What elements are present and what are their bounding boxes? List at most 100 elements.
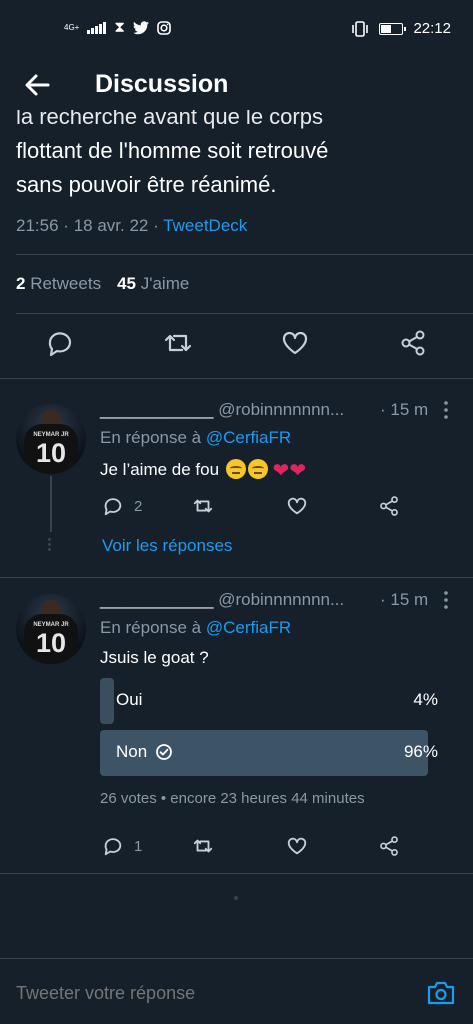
red-heart-emoji-icon: ❤ (272, 460, 290, 482)
tweet-time: 21:56 (16, 216, 59, 235)
reply-count: 1 (134, 837, 143, 855)
reply-icon (104, 498, 122, 516)
divider (0, 873, 473, 874)
tweet-text-line: sans pouvoir être réanimé. (16, 172, 277, 197)
reply-button[interactable]: 2 (102, 494, 142, 518)
tweet-date: 18 avr. 22 (73, 216, 149, 235)
reply-text: Je l’aime de fou ❤❤ (100, 459, 307, 482)
camera-icon[interactable] (426, 979, 456, 1007)
share-icon[interactable] (398, 328, 428, 358)
in-reply-to: En réponse à @CerfiaFR (100, 618, 292, 637)
reply-to-handle[interactable]: @CerfiaFR (206, 428, 291, 447)
divider (16, 313, 473, 314)
reply-time: · 15 m (380, 400, 429, 419)
loading-dot (234, 896, 238, 900)
poll-option-oui: Oui 4% (100, 678, 442, 724)
share-icon (380, 836, 398, 856)
display-name[interactable]: ____________ (100, 590, 213, 609)
clock: 22:12 (413, 20, 451, 37)
reply-to-handle[interactable]: @CerfiaFR (206, 618, 291, 637)
poll-option-label-wrap: Non (116, 742, 173, 762)
likes-label: J'aime (140, 274, 190, 293)
more-options-icon[interactable] (438, 400, 454, 420)
retweet-icon (193, 839, 213, 853)
user-handle[interactable]: @robinnnnnnn... (218, 400, 344, 419)
vibrate-icon (352, 20, 369, 37)
poll-option-percent: 4% (413, 690, 438, 709)
reply-input[interactable] (16, 983, 376, 1004)
user-handle[interactable]: @robinnnnnnn... (218, 590, 344, 609)
reply-icon[interactable] (45, 328, 75, 358)
reply-time: · 15 m (380, 590, 429, 609)
share-icon (380, 496, 398, 516)
retweets-stat[interactable]: 2 Retweets (16, 274, 101, 294)
reply-button[interactable]: 1 (102, 834, 142, 858)
tweet-actions (0, 328, 473, 362)
eye-roll-emoji-icon (247, 459, 268, 479)
divider (16, 254, 473, 255)
like-icon (287, 837, 307, 855)
avatar[interactable]: NEYMAR JR 10 (16, 594, 86, 664)
like-icon[interactable] (280, 328, 310, 358)
reply-text: Jsuis le goat ? (100, 648, 209, 667)
thread-line (50, 476, 52, 532)
poll-option-percent: 96% (403, 742, 438, 761)
retweets-count: 2 (16, 274, 26, 293)
share-button[interactable] (378, 834, 400, 858)
like-icon (287, 497, 307, 515)
reply-header: ____________ @robinnnnnnn... (100, 400, 344, 420)
tweet-meta: 21:56 · 18 avr. 22 · TweetDeck (16, 216, 248, 235)
retweets-label: Retweets (30, 274, 102, 293)
page-title: Discussion (95, 70, 229, 98)
reply-count: 2 (134, 497, 143, 515)
likes-stat[interactable]: 45 J'aime (117, 274, 189, 294)
share-button[interactable] (378, 494, 400, 518)
check-circle-icon (156, 744, 173, 760)
twitter-icon (132, 20, 149, 34)
tweet-source-link[interactable]: TweetDeck (163, 216, 247, 235)
retweet-icon[interactable] (163, 328, 193, 358)
retweet-button[interactable] (192, 494, 214, 518)
network-type: 4G+ (64, 22, 80, 32)
red-heart-emoji-icon: ❤ (289, 460, 307, 482)
reply-tweet[interactable]: NEYMAR JR 10 ____________ @robinnnnnnn..… (0, 400, 473, 570)
divider (0, 577, 473, 578)
instagram-icon (157, 20, 171, 35)
status-right: 22:12 (351, 20, 451, 37)
avatar[interactable]: NEYMAR JR 10 (16, 404, 86, 474)
in-reply-to: En réponse à @CerfiaFR (100, 428, 292, 447)
more-options-icon[interactable] (438, 590, 454, 610)
eye-roll-emoji-icon (225, 459, 246, 479)
poll: Oui 4% Non 96% (100, 678, 442, 782)
thread-dots (48, 538, 52, 553)
tweet-stats: 2 Retweets 45 J'aime (16, 274, 189, 294)
top-app-bar: Discussion (0, 60, 473, 110)
poll-info: 26 votes • encore 23 heures 44 minutes (100, 790, 365, 807)
poll-option-non: Non 96% (100, 730, 442, 776)
poll-option-label: Oui (116, 690, 143, 709)
reply-header: ____________ @robinnnnnnn... (100, 590, 344, 610)
tweet-text-line: flottant de l'homme soit retrouvé (16, 138, 329, 163)
reply-actions: 1 (100, 834, 420, 858)
reply-actions: 2 (100, 494, 420, 518)
retweet-icon (193, 499, 213, 513)
poll-bar-fill (100, 678, 114, 724)
display-name[interactable]: ____________ (100, 400, 213, 419)
signal-icon (87, 21, 107, 34)
like-button[interactable] (286, 494, 308, 518)
like-button[interactable] (286, 834, 308, 858)
likes-count: 45 (117, 274, 136, 293)
see-replies-link[interactable]: Voir les réponses (102, 536, 232, 556)
reply-tweet[interactable]: NEYMAR JR 10 ____________ @robinnnnnnn..… (0, 590, 473, 870)
poll-option-label: Non (116, 742, 148, 761)
status-left: 4G+ ⧗ (64, 19, 171, 36)
reply-compose-bar (0, 958, 473, 1024)
status-bar: 4G+ ⧗ 22:12 (0, 0, 473, 60)
retweet-button[interactable] (192, 834, 214, 858)
hourglass-icon: ⧗ (114, 19, 125, 36)
reply-icon (104, 838, 122, 856)
back-arrow-icon[interactable] (20, 68, 54, 102)
divider (0, 378, 473, 379)
battery-icon (379, 22, 407, 35)
tweet-text: la recherche avant que le corps flottant… (16, 100, 456, 202)
